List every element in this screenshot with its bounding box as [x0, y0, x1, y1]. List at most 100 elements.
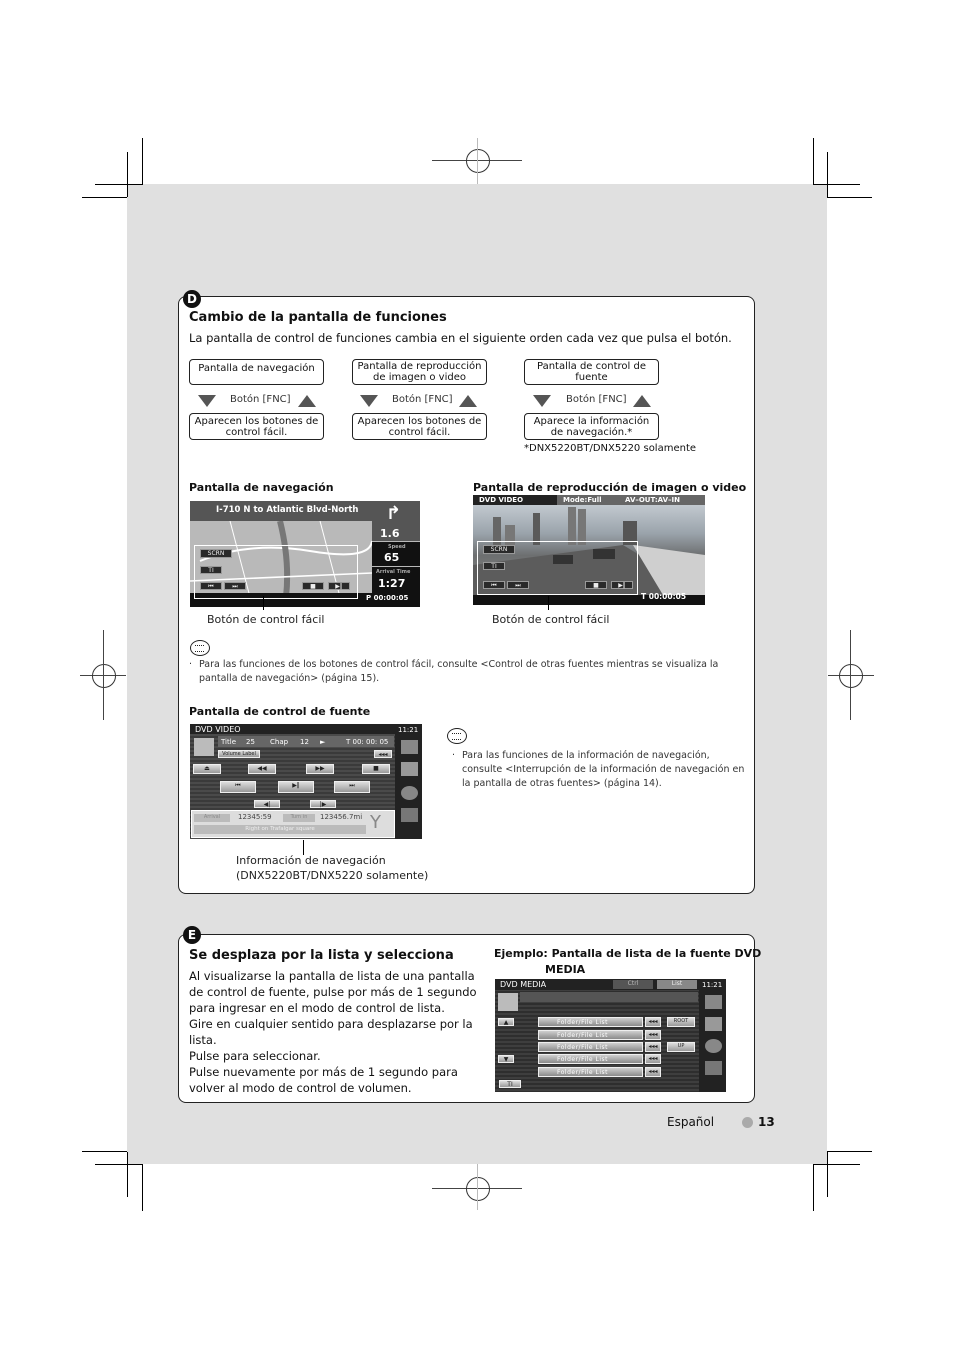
tools-icon[interactable] [401, 808, 418, 822]
ti-button[interactable]: TI [483, 562, 505, 570]
video-source: DVD VIDEO [479, 496, 524, 504]
nav-info-caption-1: Información de navegación [236, 854, 386, 867]
play-indicator-icon: ► [320, 738, 326, 746]
registration-mark [466, 149, 490, 173]
page-number: 13 [758, 1115, 775, 1129]
source-screen: DVD VIDEO 11:21 Title 25 Chap 12 ► T 00:… [190, 724, 422, 839]
scrn-button[interactable]: SCRN [200, 549, 232, 558]
list-info-bar [520, 992, 698, 1002]
bullet: · [452, 750, 456, 761]
rewind-button[interactable]: ◀◀ [248, 764, 276, 774]
stop-button[interactable]: ■ [302, 582, 324, 590]
row-scroll-button[interactable]: ◂◂◂ [645, 1054, 661, 1064]
nav-arrival-label: Arrival Time [376, 569, 411, 575]
note-icon [190, 640, 210, 656]
flow-box-bottom: Aparecen los botones de control fácil. [352, 413, 487, 440]
note-1: · Para las funciones de los botones de c… [189, 658, 749, 686]
source-icon[interactable] [498, 993, 518, 1011]
scrn-button[interactable]: SCRN [483, 545, 515, 554]
row-scroll-button[interactable]: ◂◂◂ [645, 1017, 661, 1027]
arrow-down-icon [198, 395, 216, 407]
footnote: *DNX5220BT/DNX5220 solamente [524, 443, 697, 454]
scroll-down-button[interactable]: ▼ [498, 1055, 514, 1063]
arrow-down-icon [360, 395, 378, 407]
flow-box-bottom: Aparecen los botones de control fácil. [189, 413, 324, 440]
eject-button[interactable]: ⏏ [193, 764, 221, 774]
registration-mark [477, 138, 478, 184]
fnc-button-label: Botón [FNC] [392, 394, 453, 405]
section-e-title: Se desplaza por la lista y selecciona [189, 948, 454, 963]
source-time: T 00: 00: 05 [346, 738, 389, 746]
nav-distance: 1.6 [380, 527, 400, 540]
row-scroll-button[interactable]: ◂◂◂ [645, 1067, 661, 1077]
row-scroll-button[interactable]: ◂◂◂ [645, 1030, 661, 1040]
list-row[interactable]: Folder/File List [538, 1067, 643, 1077]
nav-screen: I-710 N to Atlantic Blvd-North ↱ 1.6 Spe… [190, 501, 420, 607]
tools-icon[interactable] [705, 1061, 722, 1075]
nav-screen-label: Pantalla de navegación [189, 481, 334, 494]
up-button[interactable]: UP [667, 1042, 695, 1052]
video-av: AV–OUT:AV–IN [625, 496, 681, 504]
prev-track-button[interactable]: ⏮ [200, 582, 222, 590]
next-track-button[interactable]: ⏭ [224, 582, 246, 590]
arrival-value: 12345:59 [238, 813, 272, 821]
root-button[interactable]: ROOT [667, 1017, 695, 1027]
crop-mark [82, 1151, 127, 1152]
menu-icon[interactable] [401, 740, 418, 754]
fnc-button-label: Botón [FNC] [230, 394, 291, 405]
prev-track-button[interactable]: ⏮ [483, 581, 505, 589]
prev-chapter-button[interactable]: ⏮ [220, 781, 256, 793]
speaker-icon[interactable] [401, 786, 418, 800]
next-chapter-button[interactable]: ⏭ [334, 781, 370, 793]
play-pause-button[interactable]: ▶‖ [278, 781, 314, 793]
flow-box-top: Pantalla de control de fuente [524, 359, 659, 385]
ti-button[interactable]: TI [499, 1080, 521, 1088]
crop-mark [827, 197, 872, 198]
source-screen-label: Pantalla de control de fuente [189, 705, 371, 718]
crop-mark [813, 138, 814, 185]
arrival-label: Arrival [194, 814, 230, 822]
menu-icon[interactable] [705, 995, 722, 1009]
media-icon[interactable] [705, 1017, 722, 1031]
crop-mark [813, 1164, 814, 1211]
bullet: · [189, 659, 193, 670]
nav-caption: Botón de control fácil [207, 613, 325, 626]
stop-button[interactable]: ■ [362, 764, 390, 774]
play-pause-button[interactable]: ▶‖ [328, 582, 350, 590]
source-clock: 11:21 [398, 726, 419, 734]
slow-forward-button[interactable]: |▶ [310, 800, 336, 808]
volume-label-button[interactable]: Volume Label [218, 750, 260, 758]
crop-mark [827, 1152, 828, 1197]
list-row[interactable]: Folder/File List [538, 1054, 643, 1064]
flow-box-bottom: Aparece la información de navegación.* [524, 413, 659, 440]
paragraph: Pulse para seleccionar. [189, 1049, 321, 1063]
section-d-intro: La pantalla de control de funciones camb… [189, 331, 732, 345]
video-caption: Botón de control fácil [492, 613, 610, 626]
slow-reverse-button[interactable]: ◀| [254, 800, 280, 808]
registration-mark [477, 1164, 478, 1210]
tab-ctrl[interactable]: Ctrl [613, 980, 653, 989]
media-icon[interactable] [401, 762, 418, 776]
scroll-button[interactable]: ◂◂◂ [374, 750, 392, 758]
section-e-badge: E [183, 926, 201, 944]
source-icon[interactable] [194, 738, 214, 756]
direction-text: Right on Trafalgar square [194, 825, 366, 834]
list-row[interactable]: Folder/File List [538, 1042, 643, 1052]
note-icon [447, 728, 467, 744]
tab-list[interactable]: List [657, 980, 697, 989]
row-scroll-button[interactable]: ◂◂◂ [645, 1042, 661, 1052]
scroll-up-button[interactable]: ▲ [498, 1018, 514, 1026]
fast-forward-button[interactable]: ▶▶ [306, 764, 334, 774]
list-row[interactable]: Folder/File List [538, 1017, 643, 1027]
registration-mark [466, 1177, 490, 1201]
crop-mark [813, 184, 860, 185]
stop-button[interactable]: ■ [585, 581, 607, 589]
play-pause-button[interactable]: ▶‖ [611, 581, 633, 589]
ti-button[interactable]: TI [200, 566, 222, 574]
next-track-button[interactable]: ⏭ [507, 581, 529, 589]
crop-mark [127, 1152, 128, 1197]
speaker-icon[interactable] [705, 1039, 722, 1053]
source-name: DVD VIDEO [195, 725, 241, 734]
list-row[interactable]: Folder/File List [538, 1030, 643, 1040]
crop-mark [813, 1164, 860, 1165]
